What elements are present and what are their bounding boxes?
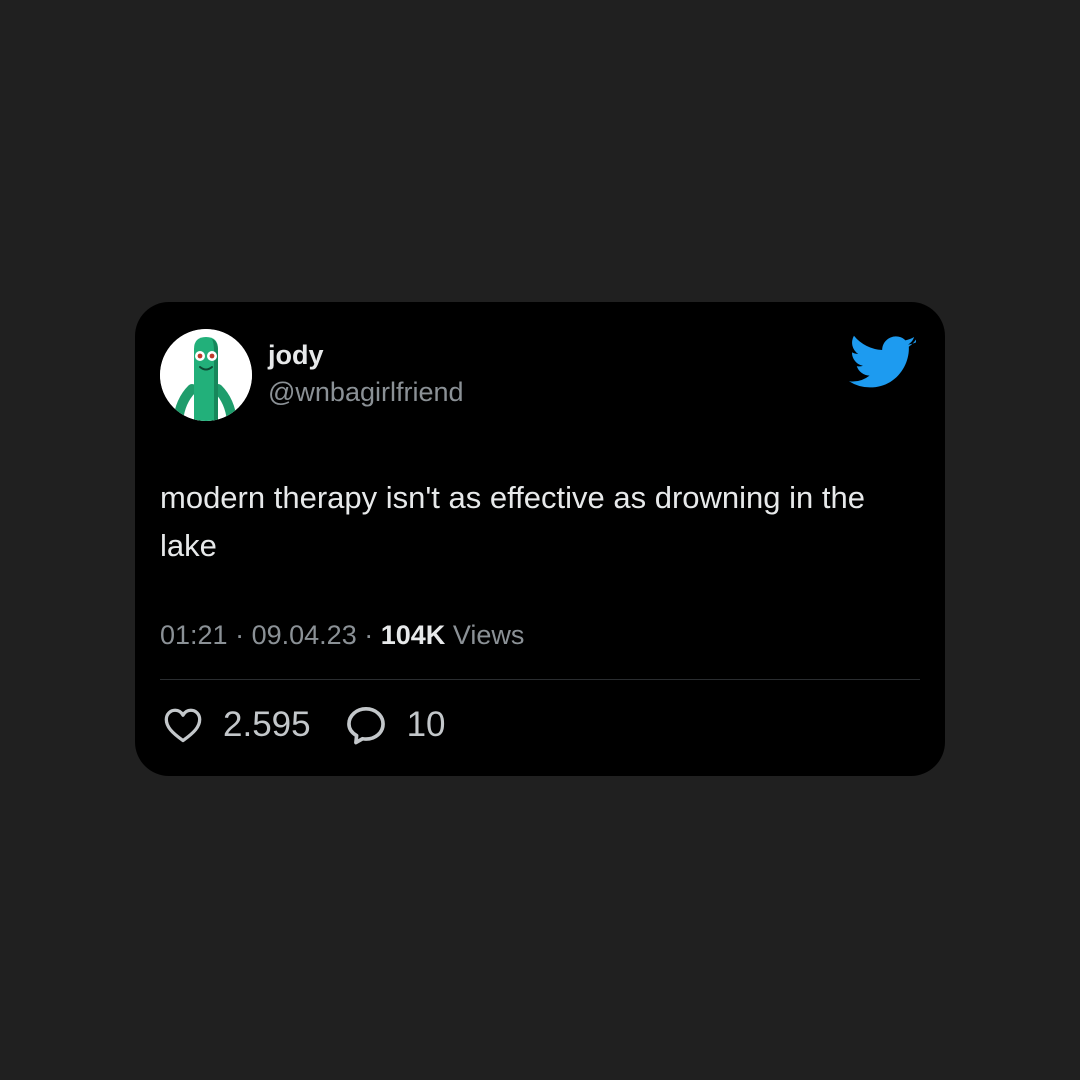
views-count: 104K bbox=[380, 620, 446, 650]
meta-separator: · bbox=[364, 620, 374, 650]
tweet-meta: 01:21 · 09.04.23 · 104K Views bbox=[160, 620, 524, 651]
action-bar: 2.595 10 bbox=[163, 705, 446, 745]
divider bbox=[160, 679, 920, 680]
views-label: Views bbox=[452, 620, 525, 650]
avatar[interactable] bbox=[160, 329, 252, 421]
user-handle[interactable]: @wnbagirlfriend bbox=[268, 377, 464, 408]
twitter-bird-icon bbox=[849, 335, 916, 388]
gumby-avatar-icon bbox=[160, 329, 252, 421]
tweet-time[interactable]: 01:21 bbox=[160, 620, 228, 650]
display-name[interactable]: jody bbox=[268, 340, 324, 371]
like-button[interactable]: 2.595 bbox=[163, 705, 311, 745]
tweet-date[interactable]: 09.04.23 bbox=[252, 620, 357, 650]
like-count: 2.595 bbox=[223, 705, 311, 744]
meta-separator: · bbox=[235, 620, 245, 650]
tweet-card: jody @wnbagirlfriend modern therapy isn'… bbox=[135, 302, 945, 776]
reply-bubble-icon bbox=[346, 707, 385, 745]
tweet-text: modern therapy isn't as effective as dro… bbox=[160, 480, 865, 563]
reply-button[interactable]: 10 bbox=[345, 705, 446, 745]
heart-icon bbox=[164, 708, 202, 743]
reply-count: 10 bbox=[406, 705, 446, 744]
